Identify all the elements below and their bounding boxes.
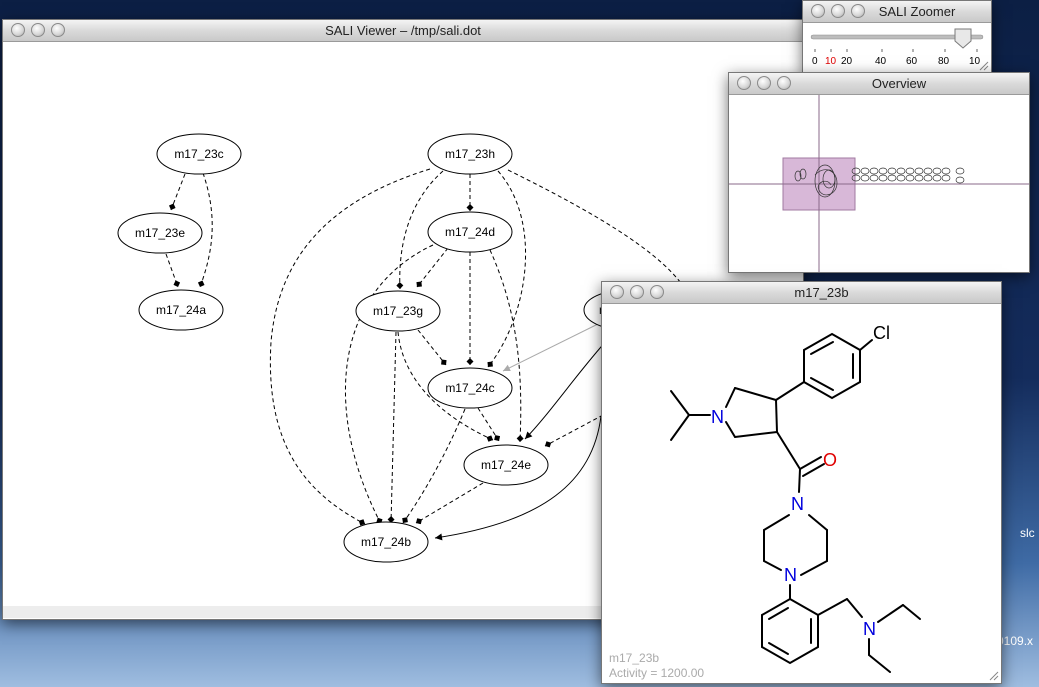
graph-edge bbox=[544, 414, 604, 448]
activity-value: Activity = 1200.00 bbox=[609, 666, 704, 680]
atom-label: O bbox=[823, 450, 837, 470]
overview-title: Overview bbox=[871, 76, 927, 91]
atom-label: N bbox=[784, 565, 797, 585]
viewer-titlebar[interactable]: SALI Viewer – /tmp/sali.dot bbox=[3, 20, 803, 42]
node-label: m17_23c bbox=[174, 147, 223, 161]
desktop-file-label-2[interactable]: 0109.x bbox=[997, 634, 1033, 648]
node-label: m17_24d bbox=[445, 225, 495, 239]
atom-label: Cl bbox=[873, 323, 890, 343]
node-label: m17_24e bbox=[481, 458, 531, 472]
close-button[interactable] bbox=[811, 4, 825, 18]
slider-tick-label: 0 bbox=[812, 56, 818, 67]
molecule-structure: Cl O N N N N m17_23b Activity = 1200.00 bbox=[609, 323, 921, 680]
zoom-slider[interactable]: 0 10 20 40 60 80 10 bbox=[803, 23, 991, 73]
close-button[interactable] bbox=[610, 285, 624, 299]
atom-label: N bbox=[711, 407, 724, 427]
molecule-name: m17_23b bbox=[609, 651, 659, 665]
graph-edge bbox=[477, 407, 501, 442]
node-label: m17_24c bbox=[445, 381, 494, 395]
graph-edge bbox=[489, 249, 524, 443]
slider-tick-label: 40 bbox=[875, 56, 887, 67]
slider-tick-label: 80 bbox=[938, 56, 950, 67]
atom-label: N bbox=[863, 619, 876, 639]
overview-canvas[interactable] bbox=[729, 95, 1029, 272]
slider-thumb[interactable] bbox=[954, 28, 972, 49]
overview-titlebar[interactable]: Overview bbox=[729, 73, 1029, 95]
node-label: m17_24a bbox=[156, 303, 206, 317]
node-label: m17_24b bbox=[361, 535, 411, 549]
node-label: m17_23e bbox=[135, 226, 185, 240]
slider-tick-label: 60 bbox=[906, 56, 918, 67]
viewer-title: SALI Viewer – /tmp/sali.dot bbox=[325, 23, 481, 38]
molecule-title: m17_23b bbox=[794, 285, 849, 300]
sali-zoomer-window: SALI Zoomer 0 10 20 40 60 80 10 bbox=[802, 0, 992, 74]
graph-edge bbox=[487, 170, 527, 368]
graph-edge bbox=[416, 247, 449, 288]
graph-edge bbox=[345, 244, 434, 525]
slider-tick-label: 10 bbox=[825, 56, 837, 67]
molecule-window: m17_23b Cl O N N N N m17_23b Activity = … bbox=[601, 281, 1002, 684]
zoomer-title: SALI Zoomer bbox=[878, 4, 956, 19]
resize-grip-icon[interactable] bbox=[977, 59, 989, 71]
desktop-file-label[interactable]: slc bbox=[1020, 526, 1035, 540]
molecule-titlebar[interactable]: m17_23b bbox=[602, 282, 1001, 304]
graph-edge bbox=[415, 482, 484, 525]
close-button[interactable] bbox=[737, 76, 751, 90]
graph-edge bbox=[402, 408, 466, 524]
slider-tick-label: 20 bbox=[841, 56, 853, 67]
atom-label: N bbox=[791, 494, 804, 514]
zoomer-titlebar[interactable]: SALI Zoomer bbox=[803, 1, 991, 23]
graph-edge bbox=[165, 253, 181, 288]
graph-edge bbox=[417, 329, 447, 366]
node-label: m17_23g bbox=[373, 304, 423, 318]
resize-grip-icon[interactable] bbox=[987, 669, 999, 681]
overview-window: Overview bbox=[728, 72, 1030, 273]
node-label: m17_23h bbox=[445, 147, 495, 161]
graph-edge bbox=[387, 331, 397, 524]
graph-edge bbox=[169, 173, 186, 211]
